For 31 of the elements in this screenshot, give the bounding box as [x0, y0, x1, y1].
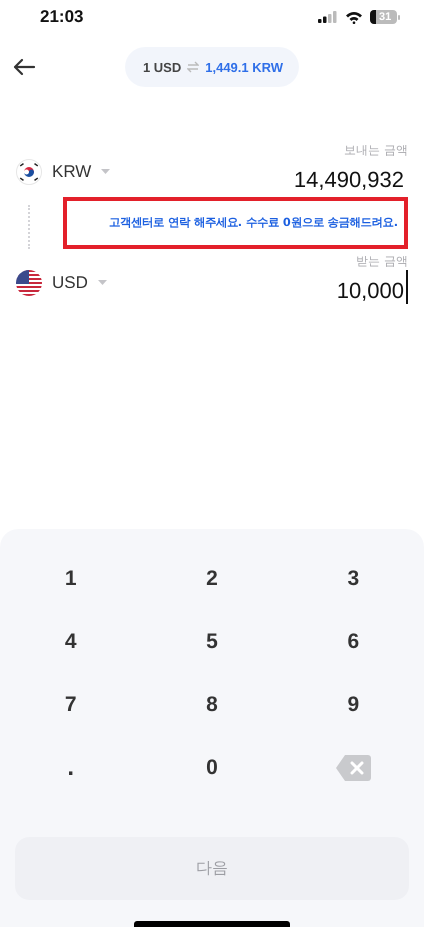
rate-quote: 1,449.1 KRW	[205, 60, 284, 74]
keypad-key[interactable]: 6	[335, 626, 372, 658]
keypad-key[interactable]: 0	[194, 752, 230, 784]
currency-selector[interactable]: USD	[16, 270, 107, 296]
flag-icon	[16, 159, 42, 185]
back-arrow-icon[interactable]	[12, 58, 36, 76]
flag-icon	[16, 270, 42, 296]
amount-label: 받는 금액	[355, 253, 408, 270]
caret-icon	[101, 169, 110, 175]
rate-base: 1 USD	[142, 60, 182, 74]
amount-field[interactable]: 14,490,932	[294, 159, 408, 193]
amount-label: 보내는 금액	[343, 142, 408, 159]
amount-field[interactable]: 10,000	[336, 270, 408, 304]
keypad-key[interactable]: 9	[335, 688, 372, 720]
battery-icon: 31	[370, 10, 400, 24]
swap-icon	[187, 61, 200, 73]
keypad-key[interactable]: 3	[335, 562, 372, 594]
keypad-key[interactable]: 7	[52, 688, 88, 720]
notice-text: 고객센터로 연락 해주세요. 수수료 0원으로 송금해드려요.	[63, 197, 408, 249]
status-time: 21:03	[40, 7, 84, 27]
keypad-key[interactable]: 4	[52, 626, 88, 658]
caret-icon	[98, 280, 107, 286]
keypad-key[interactable]: 8	[194, 688, 230, 720]
exchange-rate-pill[interactable]: 1 USD 1,449.1 KRW	[124, 47, 300, 87]
keypad-key[interactable]: .	[55, 750, 86, 786]
keypad-key[interactable]: 2	[194, 562, 230, 594]
keypad-key[interactable]: 5	[194, 626, 230, 658]
signal-icon	[318, 11, 338, 23]
currency-selector[interactable]: KRW	[16, 159, 110, 185]
wifi-icon	[345, 10, 363, 24]
keypad-key[interactable]: 1	[52, 562, 88, 594]
